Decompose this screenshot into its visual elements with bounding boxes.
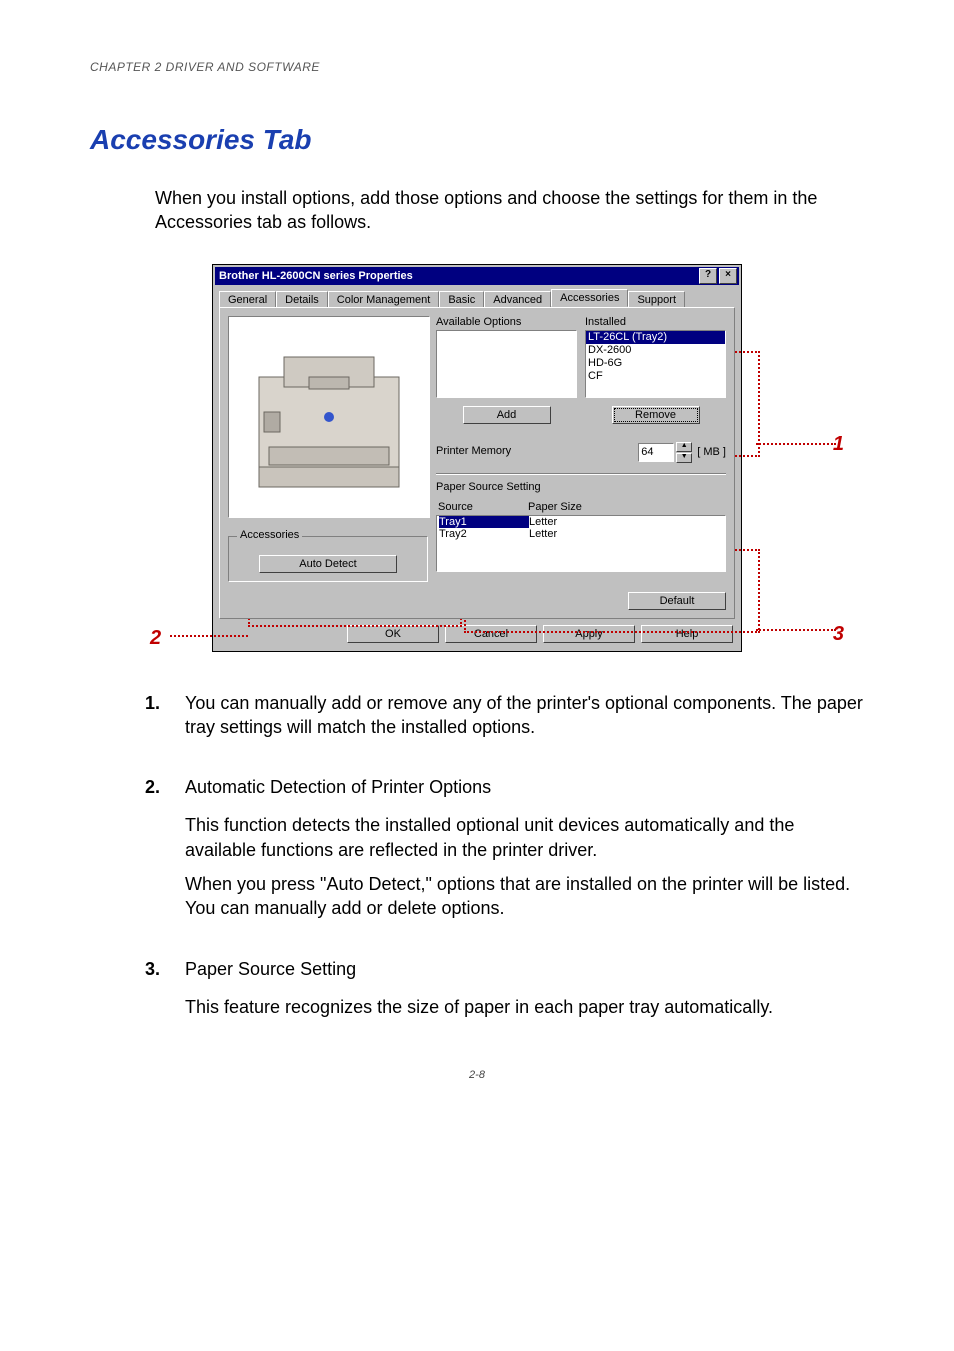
tab-advanced[interactable]: Advanced [484,291,551,308]
list-item[interactable]: LT-26CL (Tray2) [586,331,725,344]
printer-memory-label: Printer Memory [436,445,630,457]
dialog-button-row: OK Cancel Apply Help [215,619,739,649]
tab-accessories[interactable]: Accessories [551,289,628,307]
item-1-text: You can manually add or remove any of th… [185,691,864,740]
auto-detect-button[interactable]: Auto Detect [259,555,397,573]
tabs-row: General Details Color Management Basic A… [215,285,739,307]
cell-size: Letter [529,516,557,528]
dialog-figure: 1 2 3 Brother HL-2600CN series Propertie… [90,265,864,651]
item-3-title: Paper Source Setting [185,957,864,981]
titlebar-close-button[interactable]: × [719,268,737,284]
printer-memory-spinner[interactable]: ▲ ▼ [676,442,692,463]
list-number-1: 1. [145,691,185,750]
dialog-title: Brother HL-2600CN series Properties [219,270,413,282]
table-row[interactable]: Tray1 Letter [437,516,725,528]
list-item[interactable]: CF [586,370,725,383]
titlebar-help-button[interactable]: ? [699,268,717,284]
apply-button[interactable]: Apply [543,625,635,643]
tab-color-management[interactable]: Color Management [328,291,440,308]
add-button[interactable]: Add [463,406,551,424]
cell-source: Tray2 [439,528,529,540]
source-column-header: Source [438,501,528,513]
dialog-titlebar: Brother HL-2600CN series Properties ? × [215,267,739,285]
accessories-group-legend: Accessories [237,529,302,541]
list-item[interactable]: DX-2600 [586,344,725,357]
ok-button[interactable]: OK [347,625,439,643]
spinner-up-icon[interactable]: ▲ [676,442,692,452]
cell-source: Tray1 [439,516,529,528]
callout-3: 3 [833,623,844,646]
page-number: 2-8 [90,1069,864,1081]
paper-source-setting-label: Paper Source Setting [436,481,726,493]
tab-general[interactable]: General [219,291,276,308]
paper-source-listbox[interactable]: Tray1 Letter Tray2 Letter [436,515,726,572]
callout-2: 2 [150,627,161,650]
installed-label: Installed [585,316,726,328]
paper-size-column-header: Paper Size [528,501,582,513]
callout-1: 1 [833,433,844,456]
list-item[interactable]: HD-6G [586,357,725,370]
tab-panel: Accessories Auto Detect Available Option… [219,307,735,619]
item-2-title: Automatic Detection of Printer Options [185,775,864,799]
remove-button[interactable]: Remove [612,406,700,424]
item-2-text-b: When you press "Auto Detect," options th… [185,872,864,921]
tab-support[interactable]: Support [628,291,685,308]
item-2-text-a: This function detects the installed opti… [185,813,864,862]
help-button[interactable]: Help [641,625,733,643]
default-button[interactable]: Default [628,592,726,610]
intro-paragraph: When you install options, add those opti… [155,186,864,235]
page-title: Accessories Tab [90,124,864,156]
list-number-3: 3. [145,957,185,1030]
list-number-2: 2. [145,775,185,930]
item-3-text-a: This feature recognizes the size of pape… [185,995,864,1019]
available-options-listbox[interactable] [436,330,577,398]
chapter-header: CHAPTER 2 DRIVER AND SOFTWARE [90,60,864,74]
cell-size: Letter [529,528,557,540]
printer-memory-input[interactable]: 64 [638,443,674,462]
spinner-down-icon[interactable]: ▼ [676,453,692,463]
installed-listbox[interactable]: LT-26CL (Tray2) DX-2600 HD-6G CF [585,330,726,398]
properties-dialog: Brother HL-2600CN series Properties ? × … [213,265,741,651]
printer-memory-unit: [ MB ] [697,446,726,458]
accessories-groupbox: Accessories Auto Detect [228,536,428,582]
cancel-button[interactable]: Cancel [445,625,537,643]
tab-details[interactable]: Details [276,291,328,308]
tab-basic[interactable]: Basic [439,291,484,308]
printer-preview-image [228,316,430,518]
available-options-label: Available Options [436,316,577,328]
table-row[interactable]: Tray2 Letter [437,528,725,540]
